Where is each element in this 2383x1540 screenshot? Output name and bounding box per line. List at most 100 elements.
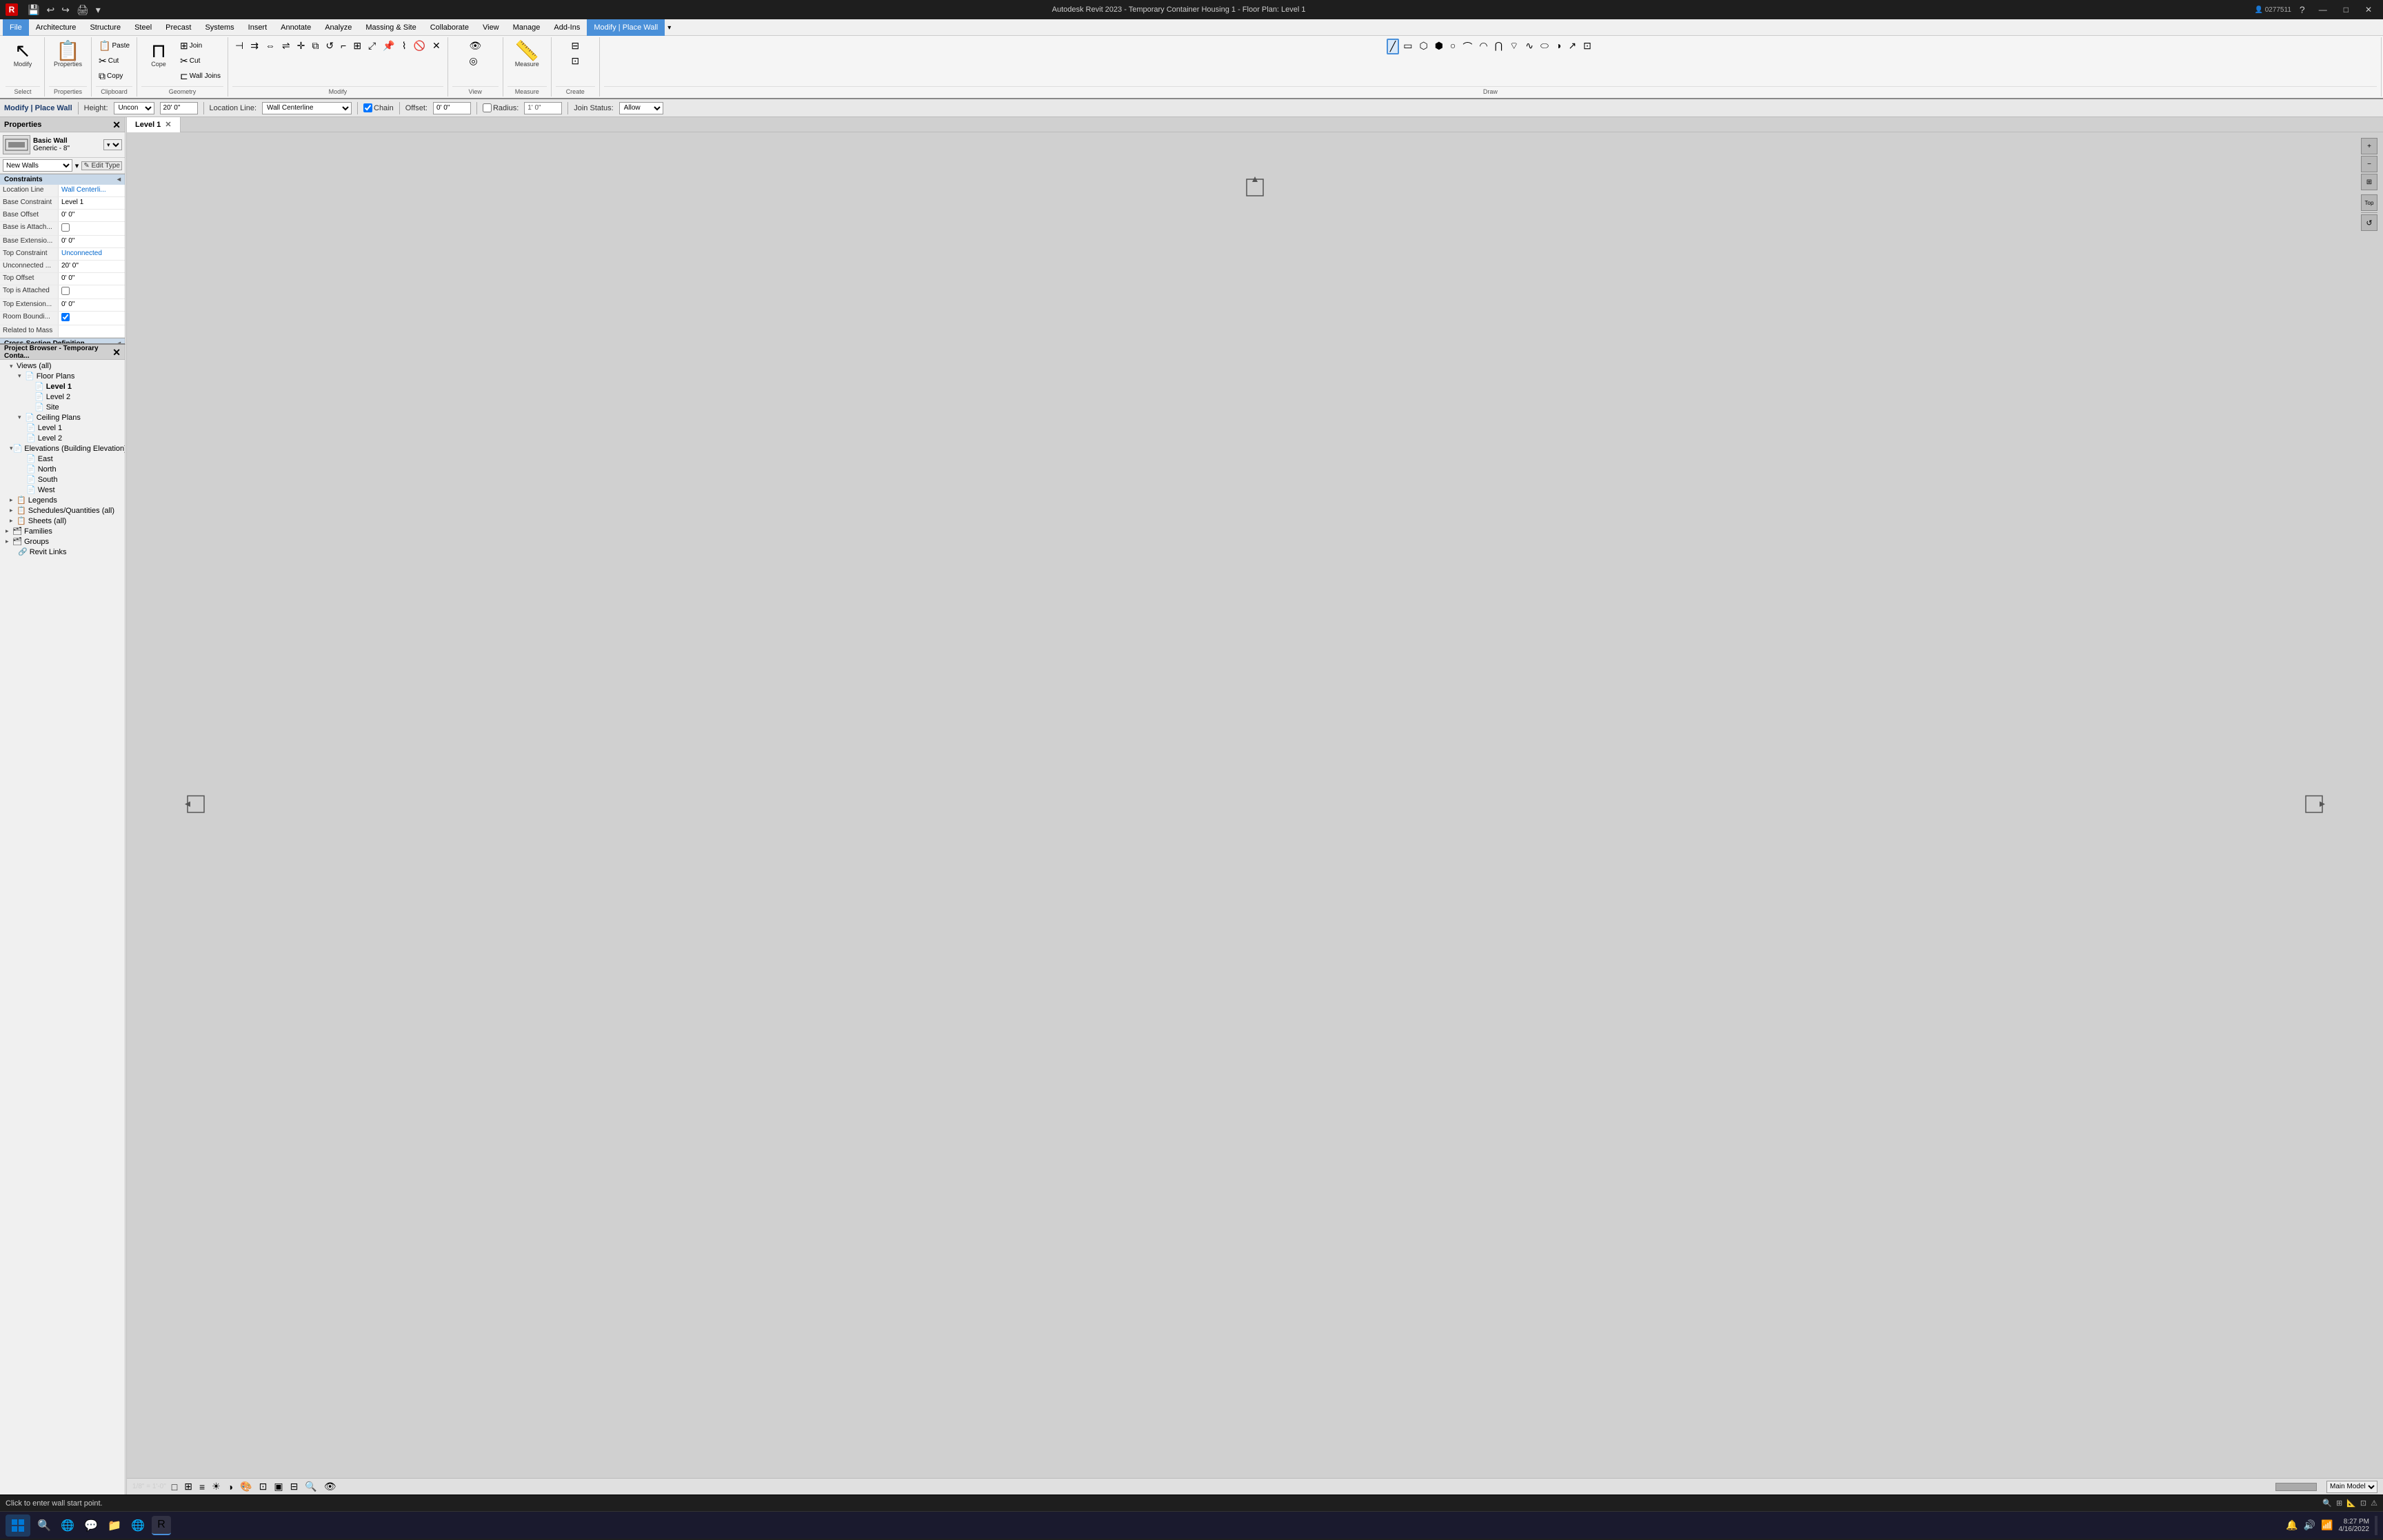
temp-hide-btn[interactable]: 🔍 [303,1481,318,1492]
taskbar-search-icon[interactable]: 🔍 [34,1516,54,1535]
tangent-arc-btn[interactable]: ⋂ [1492,39,1505,53]
vis-graphics-btn[interactable]: ⊞ [183,1481,194,1492]
tree-elevation-east[interactable]: 📄 East [1,454,123,464]
thin-lines-btn[interactable]: ≡ [198,1481,206,1492]
menu-systems[interactable]: Systems [198,19,241,36]
split-btn[interactable]: ⌇ [399,39,410,53]
tree-floor-plans[interactable]: ▾ 📄 Floor Plans [1,371,123,381]
render-btn[interactable]: 🎨 [239,1481,253,1492]
mirror-pick-btn[interactable]: ⇔ [263,39,278,52]
room-boundary-cb[interactable] [61,313,70,321]
sun-path-btn[interactable]: ☀ [210,1481,222,1492]
offset-btn[interactable]: ⇉ [248,39,261,53]
canvas-tab-close[interactable]: ✕ [165,120,171,129]
taskbar-revit-icon[interactable]: R [152,1516,171,1535]
constraints-expand[interactable]: ◂ [117,176,121,183]
move-btn[interactable]: ✛ [294,39,308,53]
crop-visible-btn[interactable]: ▣ [272,1481,284,1492]
nav-orbit-btn[interactable]: ↺ [2361,214,2377,231]
cut-btn[interactable]: ✂ Cut [96,54,132,68]
top-attach-cb[interactable] [61,287,70,295]
properties-close[interactable]: ✕ [112,120,121,130]
offset-input[interactable] [433,102,471,114]
qa-redo[interactable]: ↪ [59,3,72,17]
menu-file[interactable]: File [3,19,29,36]
tree-legends[interactable]: ▸ 📋 Legends [1,495,123,505]
prop-instance-dropdown[interactable]: ▾ [75,161,79,170]
location-line-select[interactable]: Wall Centerline Core Centerline Finish F… [262,102,352,114]
radius-input[interactable] [524,102,562,114]
tree-site-plan[interactable]: 📄 Site [1,402,123,412]
component-btn[interactable]: ⊟ [568,39,582,53]
unpin-btn[interactable]: 🚫 [411,39,428,53]
tree-families[interactable]: ▸ 🗂 Families [1,526,123,536]
delete-btn[interactable]: ✕ [430,39,443,53]
scroll-bar-thumb[interactable] [2275,1483,2317,1491]
annotation-crop-btn[interactable]: ⊟ [289,1481,300,1492]
spline-btn[interactable]: ∿ [1522,39,1536,53]
trim-btn[interactable]: ⌐ [338,39,349,52]
menu-view[interactable]: View [476,19,506,36]
cross-section-expand[interactable]: ◂ [117,340,121,343]
ellipse-btn[interactable]: ⬭ [1538,39,1551,53]
menu-addins[interactable]: Add-Ins [547,19,587,36]
taskbar-browser-icon[interactable]: 🌐 [58,1516,77,1535]
taskbar-mail-icon[interactable]: 💬 [81,1516,101,1535]
tree-views-all[interactable]: ▾ Views (all) [1,361,123,371]
zoom-fit-btn[interactable]: ⊞ [2361,174,2377,190]
circumscribed-polygon-btn[interactable]: ⬢ [1432,39,1446,53]
prop-instance-select[interactable]: New Walls [3,159,72,172]
taskbar-files-icon[interactable]: 📁 [105,1516,124,1535]
menu-structure[interactable]: Structure [83,19,128,36]
tree-elevation-south[interactable]: 📄 South [1,474,123,485]
menu-analyze[interactable]: Analyze [318,19,359,36]
taskbar-start[interactable] [6,1514,30,1537]
reveal-hidden-btn[interactable]: 👁 [323,1481,338,1492]
menu-architecture[interactable]: Architecture [29,19,83,36]
tree-ceiling-plans[interactable]: ▾ 📄 Ceiling Plans [1,412,123,423]
pick-faces-btn[interactable]: ⊡ [1580,39,1594,53]
hide-element-btn[interactable]: 👁 [466,39,484,53]
rotate-btn[interactable]: ↺ [323,39,336,53]
inscribed-polygon-btn[interactable]: ⬡ [1416,39,1430,53]
browser-close[interactable]: ✕ [112,347,121,357]
close-btn[interactable]: ✕ [2360,2,2377,17]
start-end-arc-btn[interactable]: ⌒ [1460,39,1475,55]
minimize-btn[interactable]: — [2313,2,2333,17]
modify-btn[interactable]: ↖ Modify [6,39,40,70]
tree-elevation-north[interactable]: 📄 North [1,464,123,474]
center-arc-btn[interactable]: ◠ [1476,39,1490,53]
fillet-arc-btn[interactable]: ⌔ [1507,39,1521,54]
taskbar-show-desktop[interactable] [2375,1516,2377,1535]
edit-type-btn[interactable]: ✎ Edit Type [81,161,122,170]
copy-btn[interactable]: ⧉ Copy [96,69,132,83]
line-btn[interactable]: ╱ [1387,39,1399,54]
mirror-draw-btn[interactable]: ⇌ [279,39,293,53]
measure-btn[interactable]: 📏 Measure [510,39,544,70]
opening-btn[interactable]: ⊡ [568,54,582,68]
pick-lines-btn[interactable]: ↗ [1565,39,1579,53]
menu-modify-place-wall[interactable]: Modify | Place Wall [587,19,665,36]
view-props-btn[interactable]: □ [170,1481,179,1492]
crop-region-btn[interactable]: ⊡ [258,1481,269,1492]
pin-btn[interactable]: 📌 [380,39,397,53]
qa-print[interactable]: 🖨 [74,3,92,17]
partial-ellipse-btn[interactable]: ◑ [1553,39,1564,52]
radius-checkbox[interactable] [483,103,492,112]
cut-geometry-btn[interactable]: ✂ Cut [177,54,223,68]
tree-level2-plan[interactable]: 📄 Level 2 [1,392,123,402]
menu-precast[interactable]: Precast [159,19,198,36]
chain-checkbox[interactable] [363,103,372,112]
menu-steel[interactable]: Steel [128,19,159,36]
scale-btn[interactable]: ⤢ [365,39,379,53]
prop-type-dropdown[interactable]: ▾ [103,139,122,150]
help-btn[interactable]: ? [2297,3,2308,17]
tree-schedules[interactable]: ▸ 📋 Schedules/Quantities (all) [1,505,123,516]
qa-undo[interactable]: ↩ [43,3,57,17]
height-select[interactable]: Uncon Level 2 [114,102,154,114]
taskbar-time[interactable]: 8:27 PM 4/16/2022 [2339,1518,2370,1533]
tree-revit-links[interactable]: 🔗 Revit Links [1,547,123,557]
maximize-btn[interactable]: □ [2338,2,2354,17]
tree-ceiling-level1[interactable]: 📄 Level 1 [1,423,123,433]
menu-annotate[interactable]: Annotate [274,19,318,36]
